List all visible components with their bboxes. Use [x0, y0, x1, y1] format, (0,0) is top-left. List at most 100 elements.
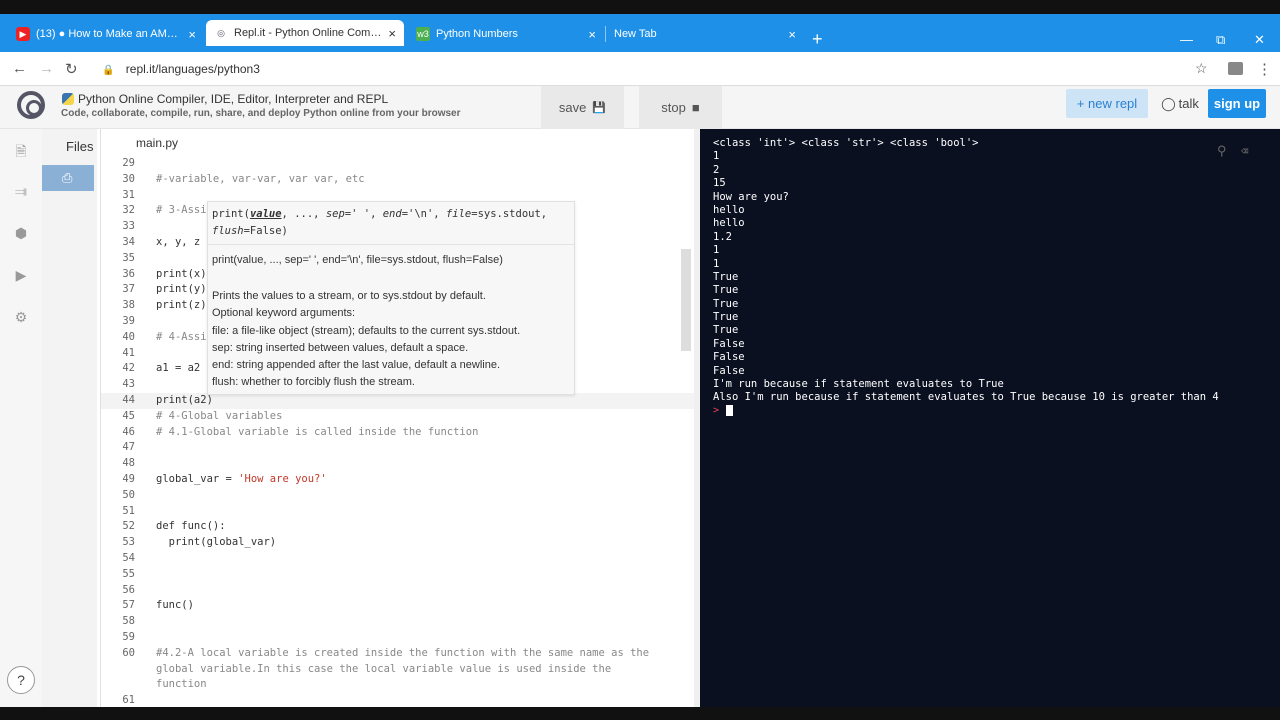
save-button[interactable]: save 💾 [541, 86, 624, 129]
help-button[interactable]: ? [7, 666, 35, 694]
code-line[interactable]: 52 def func(): [101, 519, 694, 535]
tab-title: (13) ● How to Make an AMAZO [36, 28, 183, 40]
close-icon[interactable]: × [388, 26, 396, 41]
code-line[interactable]: 61 [101, 693, 694, 707]
files-action-button[interactable]: ⎙ [42, 165, 94, 191]
console-pane[interactable]: <class 'int'> <class 'str'> <class 'bool… [700, 129, 1280, 707]
console-line: False [713, 351, 745, 364]
console-prompt: > [713, 405, 720, 416]
code-line[interactable]: 47 [101, 440, 694, 456]
editor-scrollbar[interactable] [681, 249, 691, 351]
line-number: 42 [122, 362, 135, 375]
reload-icon[interactable]: ↻ [65, 60, 78, 78]
stop-label: stop [661, 100, 686, 115]
line-text: global_var = 'How are you?' [156, 472, 327, 485]
packages-icon[interactable]: ⬢ [12, 225, 30, 243]
python-icon [62, 93, 74, 105]
line-number: 52 [122, 520, 135, 533]
code-line[interactable]: 60 #4.2-A local variable is created insid… [101, 646, 694, 693]
code-line[interactable]: 49 global_var = 'How are you?' [101, 472, 694, 488]
search-icon[interactable]: ⚲ [1217, 144, 1231, 159]
code-line[interactable]: 53 print(global_var) [101, 535, 694, 551]
close-icon[interactable]: × [188, 27, 196, 42]
line-text: a1 = a2 [156, 362, 201, 375]
stop-button[interactable]: stop ■ [639, 86, 722, 129]
console-line: I'm run because if statement evaluates t… [713, 378, 1004, 391]
clear-console-icon[interactable]: ⌫ [1241, 144, 1257, 158]
file-tab-main-py[interactable]: main.py [136, 136, 178, 150]
code-line[interactable]: 57 func() [101, 598, 694, 614]
back-icon[interactable]: ← [12, 60, 27, 77]
code-line[interactable]: 45 # 4-Global variables [101, 409, 694, 425]
url-text: repl.it/languages/python3 [125, 62, 260, 76]
people-icon: ◯ [1161, 95, 1176, 111]
line-number: 56 [122, 583, 135, 596]
talk-button[interactable]: ◯ talk [1157, 89, 1203, 118]
console-line: hello [713, 217, 745, 230]
console-output: <class 'int'> <class 'str'> <class 'bool… [713, 137, 1219, 405]
replit-logo[interactable] [17, 91, 45, 119]
close-icon[interactable]: × [588, 27, 596, 42]
line-number: 39 [122, 314, 135, 327]
doc-line: flush: whether to forcibly flush the str… [212, 376, 415, 389]
stop-icon: ■ [691, 100, 700, 115]
minimize-icon[interactable]: — [1180, 32, 1193, 47]
doc-line: file: a file-like object (stream); defau… [212, 324, 521, 337]
sig-text: =sys.stdout, [471, 208, 548, 220]
page-title: Python Online Compiler, IDE, Editor, Int… [62, 92, 388, 106]
line-number: 31 [122, 188, 135, 201]
code-line[interactable]: 54 [101, 551, 694, 567]
address-bar: ← → ↻ 🔒 repl.it/languages/python3 ☆ ⋮ [0, 52, 1280, 86]
line-text: print(z) [156, 299, 207, 312]
profile-icon[interactable] [1228, 62, 1243, 75]
line-text: func() [156, 599, 194, 612]
code-line[interactable]: 30 #-variable, var-var, var var, etc [101, 172, 694, 188]
debugger-icon[interactable]: ▶ [12, 267, 30, 285]
line-number: 61 [122, 693, 135, 706]
sig-param-sep: sep [325, 208, 345, 220]
window-close-icon[interactable]: ✕ [1254, 32, 1265, 48]
sign-up-button[interactable]: sign up [1208, 89, 1266, 118]
code-line[interactable]: 56 [101, 583, 694, 599]
line-text: #4.2-A local variable is created inside … [156, 646, 650, 691]
tab-youtube[interactable]: ▶ (13) ● How to Make an AMAZO × [8, 20, 204, 48]
code-line[interactable]: 48 [101, 456, 694, 472]
file-icon[interactable]: 🗎 [12, 141, 30, 159]
printer-icon: ⎙ [62, 170, 73, 185]
restore-icon[interactable]: ⧉ [1216, 32, 1225, 48]
console-line: hello [713, 203, 745, 216]
code-line[interactable]: 51 [101, 504, 694, 520]
code-line[interactable]: 29 [101, 156, 694, 172]
doc-line: end: string appended after the last valu… [212, 359, 501, 372]
code-line[interactable]: 55 [101, 567, 694, 583]
code-line[interactable]: 58 [101, 614, 694, 630]
code-line[interactable]: 50 [101, 488, 694, 504]
code-line[interactable]: 46 # 4.1-Global variable is called inside… [101, 425, 694, 441]
url-field[interactable]: 🔒 repl.it/languages/python3 [102, 62, 260, 76]
tab-new-tab[interactable]: New Tab × [606, 20, 804, 48]
bookmark-star-icon[interactable]: ☆ [1195, 60, 1208, 77]
line-number: 40 [122, 330, 135, 343]
new-tab-button[interactable]: + [812, 30, 823, 48]
code-line[interactable]: 44 print(a2) [101, 392, 694, 409]
forward-icon[interactable]: → [39, 60, 54, 77]
signature-line: print(value, ..., sep=' ', end='\n', fil… [212, 206, 572, 240]
console-line: True [713, 297, 739, 310]
line-number: 32 [122, 204, 135, 217]
sig-fn: print( [212, 208, 250, 220]
screen-bottom-edge [0, 707, 1280, 720]
close-icon[interactable]: × [788, 27, 796, 42]
menu-icon[interactable]: ⋮ [1257, 60, 1272, 78]
console-line: <class 'int'> <class 'str'> <class 'bool… [713, 137, 979, 149]
share-icon[interactable]: ⫥ [12, 183, 30, 201]
line-number: 30 [122, 172, 135, 185]
line-text: print(a2) [156, 393, 213, 406]
line-text: x, y, z [156, 235, 201, 248]
new-repl-button[interactable]: + new repl [1066, 89, 1148, 118]
code-line[interactable]: 59 [101, 630, 694, 646]
tab-python-numbers[interactable]: w3 Python Numbers × [408, 20, 604, 48]
tab-replit[interactable]: ◎ Repl.it - Python Online Compiler × [206, 20, 404, 46]
line-number: 34 [122, 235, 135, 248]
line-number: 35 [122, 251, 135, 264]
settings-gear-icon[interactable]: ⚙ [12, 309, 30, 327]
